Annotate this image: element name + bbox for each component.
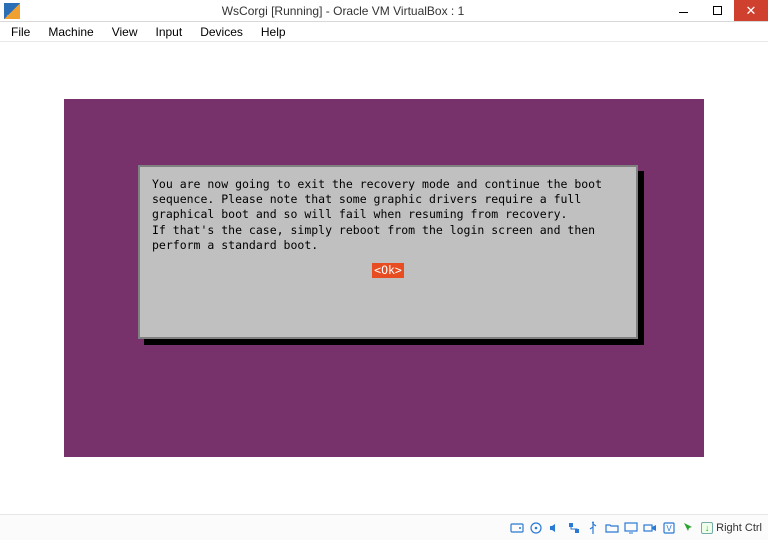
recording-icon[interactable] [642, 520, 658, 536]
mouse-integration-icon[interactable] [680, 520, 696, 536]
menu-file[interactable]: File [4, 23, 37, 41]
usb-icon[interactable] [585, 520, 601, 536]
menu-input[interactable]: Input [149, 23, 190, 41]
vm-framebuffer[interactable]: You are now going to exit the recovery m… [64, 99, 704, 457]
host-key-indicator[interactable]: ↓ Right Ctrl [701, 522, 762, 534]
host-key-arrow-icon: ↓ [701, 522, 713, 534]
hard-disk-icon[interactable] [509, 520, 525, 536]
virtualization-icon[interactable]: V [661, 520, 677, 536]
svg-text:V: V [666, 524, 672, 533]
minimize-button[interactable] [666, 0, 700, 21]
optical-drive-icon[interactable] [528, 520, 544, 536]
host-key-label: Right Ctrl [716, 522, 762, 534]
display-icon[interactable] [623, 520, 639, 536]
menu-machine[interactable]: Machine [41, 23, 100, 41]
network-icon[interactable] [566, 520, 582, 536]
menu-help[interactable]: Help [254, 23, 293, 41]
menu-devices[interactable]: Devices [193, 23, 250, 41]
shared-folder-icon[interactable] [604, 520, 620, 536]
close-button[interactable]: ✕ [734, 0, 768, 21]
menu-bar: File Machine View Input Devices Help [0, 22, 768, 42]
dialog-message: You are now going to exit the recovery m… [152, 177, 624, 253]
audio-icon[interactable] [547, 520, 563, 536]
window-titlebar: WsCorgi [Running] - Oracle VM VirtualBox… [0, 0, 768, 22]
status-bar: V ↓ Right Ctrl [0, 514, 768, 540]
ok-button[interactable]: <Ok> [372, 263, 404, 278]
menu-view[interactable]: View [105, 23, 145, 41]
virtualbox-app-icon [4, 3, 20, 19]
window-title: WsCorgi [Running] - Oracle VM VirtualBox… [20, 4, 666, 18]
window-controls: ✕ [666, 0, 768, 21]
maximize-button[interactable] [700, 0, 734, 21]
recovery-exit-dialog: You are now going to exit the recovery m… [138, 165, 638, 339]
vm-client-area: You are now going to exit the recovery m… [0, 42, 768, 514]
